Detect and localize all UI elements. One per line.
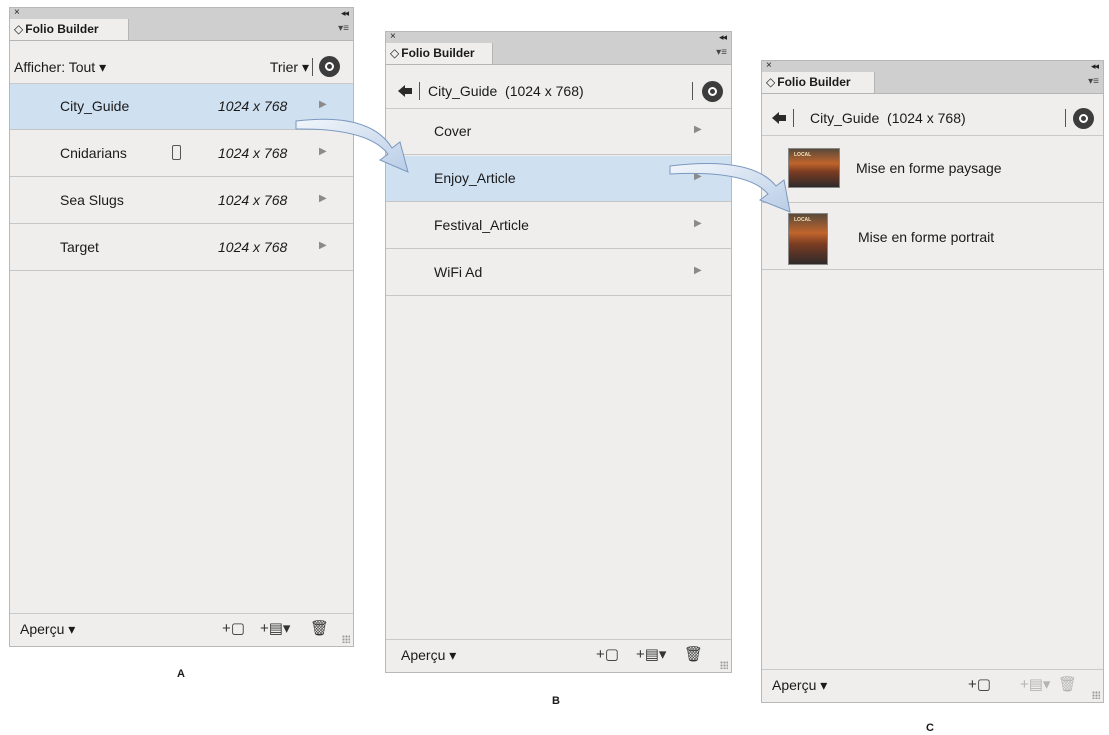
folio-builder-panel-b: × ◂◂ ◇ Folio Builder ▾≡ City_Guide (1024 … bbox=[385, 31, 732, 673]
panel-footer: Aperçu ▾ +▢ +▤▾ 🗑 bbox=[10, 613, 353, 646]
panel-menu-icon[interactable]: ▾≡ bbox=[338, 23, 349, 35]
folio-builder-panel-a: × ◂◂ ◇ Folio Builder ▾≡ Afficher: Tout ▾ … bbox=[9, 7, 354, 647]
device-icon bbox=[172, 145, 181, 160]
trash-icon[interactable]: 🗑 bbox=[310, 619, 329, 637]
article-row[interactable]: Festival_Article ▶ bbox=[386, 203, 731, 249]
row-arrow-icon[interactable]: ▶ bbox=[694, 218, 702, 229]
panel-label: A bbox=[177, 668, 185, 680]
target-device-icon[interactable] bbox=[319, 56, 340, 77]
target-device-icon[interactable] bbox=[702, 81, 723, 102]
tab-arrows-icon: ◇ bbox=[14, 22, 24, 36]
tab-folio-builder[interactable]: ◇ Folio Builder bbox=[762, 72, 875, 93]
folio-name: City_Guide bbox=[60, 98, 130, 114]
new-article-icon[interactable]: +▢ bbox=[596, 645, 619, 663]
collapse-icon[interactable]: ◂◂ bbox=[1091, 61, 1099, 71]
article-row[interactable]: Enjoy_Article ▶ bbox=[386, 156, 731, 202]
panel-label: B bbox=[552, 695, 560, 707]
row-arrow-icon[interactable]: ▶ bbox=[319, 146, 327, 157]
portrait-thumbnail: LOCAL bbox=[788, 213, 828, 265]
divider bbox=[793, 109, 794, 127]
back-arrow-icon[interactable] bbox=[772, 112, 786, 124]
new-article-icon[interactable]: +▢ bbox=[222, 619, 245, 637]
thumbnail-text: LOCAL bbox=[794, 152, 812, 158]
layout-row[interactable]: LOCAL Mise en forme paysage bbox=[762, 135, 1103, 203]
folio-name: Sea Slugs bbox=[60, 192, 124, 208]
article-name: Festival_Article bbox=[434, 217, 529, 233]
trash-icon[interactable]: 🗑 bbox=[684, 645, 703, 663]
target-device-icon[interactable] bbox=[1073, 108, 1094, 129]
tab-title: Folio Builder bbox=[777, 75, 851, 89]
article-name: Cover bbox=[434, 123, 472, 139]
collapse-icon[interactable]: ◂◂ bbox=[719, 32, 727, 42]
row-arrow-icon[interactable]: ▶ bbox=[319, 193, 327, 204]
close-icon[interactable]: × bbox=[390, 32, 396, 42]
add-menu-icon: +▤▾ bbox=[1020, 676, 1051, 693]
folio-size: 1024 x 768 bbox=[218, 239, 288, 255]
tab-row: ◇ Folio Builder ▾≡ bbox=[386, 43, 731, 65]
collapse-icon[interactable]: ◂◂ bbox=[341, 8, 349, 18]
folio-row[interactable]: Cnidarians 1024 x 768 ▶ bbox=[10, 131, 353, 177]
tab-title: Folio Builder bbox=[25, 22, 99, 36]
close-icon[interactable]: × bbox=[14, 8, 20, 18]
add-menu-icon[interactable]: +▤▾ bbox=[636, 645, 666, 663]
breadcrumb: City_Guide (1024 x 768) bbox=[428, 83, 584, 99]
resize-grip[interactable] bbox=[720, 661, 728, 669]
article-row[interactable]: WiFi Ad ▶ bbox=[386, 250, 731, 296]
preview-dropdown[interactable]: Aperçu ▾ bbox=[772, 677, 827, 694]
panel-footer: Aperçu ▾ +▢ +▤▾ 🗑 bbox=[762, 669, 1103, 702]
landscape-thumbnail: LOCAL bbox=[788, 148, 840, 188]
divider bbox=[1065, 109, 1066, 127]
divider bbox=[419, 82, 420, 100]
divider bbox=[692, 82, 693, 100]
panel-menu-icon[interactable]: ▾≡ bbox=[716, 47, 727, 59]
article-name: WiFi Ad bbox=[434, 264, 483, 280]
row-arrow-icon[interactable]: ▶ bbox=[694, 265, 702, 276]
tab-folio-builder[interactable]: ◇ Folio Builder bbox=[10, 19, 129, 40]
close-icon[interactable]: × bbox=[766, 61, 772, 71]
folio-size: 1024 x 768 bbox=[218, 98, 288, 114]
trash-icon: 🗑 bbox=[1058, 676, 1078, 693]
folio-size: 1024 x 768 bbox=[218, 145, 288, 161]
article-name: Enjoy_Article bbox=[434, 170, 516, 186]
tab-arrows-icon: ◇ bbox=[390, 46, 400, 60]
tab-title: Folio Builder bbox=[401, 46, 475, 60]
row-arrow-icon[interactable]: ▶ bbox=[319, 240, 327, 251]
tab-arrows-icon: ◇ bbox=[766, 75, 776, 89]
filter-dropdown[interactable]: Afficher: Tout ▾ bbox=[14, 59, 106, 76]
layout-name: Mise en forme paysage bbox=[856, 160, 1002, 176]
tab-row: ◇ Folio Builder ▾≡ bbox=[762, 72, 1103, 94]
article-row[interactable]: Cover ▶ bbox=[386, 109, 731, 155]
filter-bar: Afficher: Tout ▾ Trier ▾ bbox=[10, 52, 353, 84]
breadcrumb-bar: City_Guide (1024 x 768) bbox=[762, 103, 1103, 136]
row-arrow-icon[interactable]: ▶ bbox=[319, 99, 327, 110]
resize-grip[interactable] bbox=[1092, 691, 1100, 699]
row-arrow-icon[interactable]: ▶ bbox=[694, 124, 702, 135]
tab-row: ◇ Folio Builder ▾≡ bbox=[10, 19, 353, 41]
folio-row[interactable]: City_Guide 1024 x 768 ▶ bbox=[10, 84, 353, 130]
layout-name: Mise en forme portrait bbox=[858, 229, 995, 245]
add-menu-icon[interactable]: +▤▾ bbox=[260, 619, 290, 637]
layout-row[interactable]: LOCAL Mise en forme portrait bbox=[762, 203, 1103, 270]
breadcrumb-bar: City_Guide (1024 x 768) bbox=[386, 76, 731, 109]
folio-row[interactable]: Target 1024 x 768 ▶ bbox=[10, 225, 353, 271]
resize-grip[interactable] bbox=[342, 635, 350, 643]
preview-dropdown[interactable]: Aperçu ▾ bbox=[401, 647, 456, 664]
breadcrumb: City_Guide (1024 x 768) bbox=[810, 110, 966, 126]
tab-folio-builder[interactable]: ◇ Folio Builder bbox=[386, 43, 493, 64]
divider bbox=[312, 58, 313, 76]
new-article-icon[interactable]: +▢ bbox=[968, 675, 991, 693]
thumbnail-text: LOCAL bbox=[794, 217, 812, 223]
sort-dropdown[interactable]: Trier ▾ bbox=[270, 59, 309, 76]
panel-label: C bbox=[926, 722, 934, 734]
row-arrow-icon[interactable]: ▶ bbox=[694, 171, 702, 182]
preview-dropdown[interactable]: Aperçu ▾ bbox=[20, 621, 75, 638]
folio-name: Cnidarians bbox=[60, 145, 127, 161]
folio-name: Target bbox=[60, 239, 99, 255]
folio-size: 1024 x 768 bbox=[218, 192, 288, 208]
panel-footer: Aperçu ▾ +▢ +▤▾ 🗑 bbox=[386, 639, 731, 672]
folio-builder-panel-c: × ◂◂ ◇ Folio Builder ▾≡ City_Guide (1024 … bbox=[761, 60, 1104, 703]
folio-row[interactable]: Sea Slugs 1024 x 768 ▶ bbox=[10, 178, 353, 224]
back-arrow-icon[interactable] bbox=[398, 85, 412, 97]
panel-menu-icon[interactable]: ▾≡ bbox=[1088, 76, 1099, 88]
